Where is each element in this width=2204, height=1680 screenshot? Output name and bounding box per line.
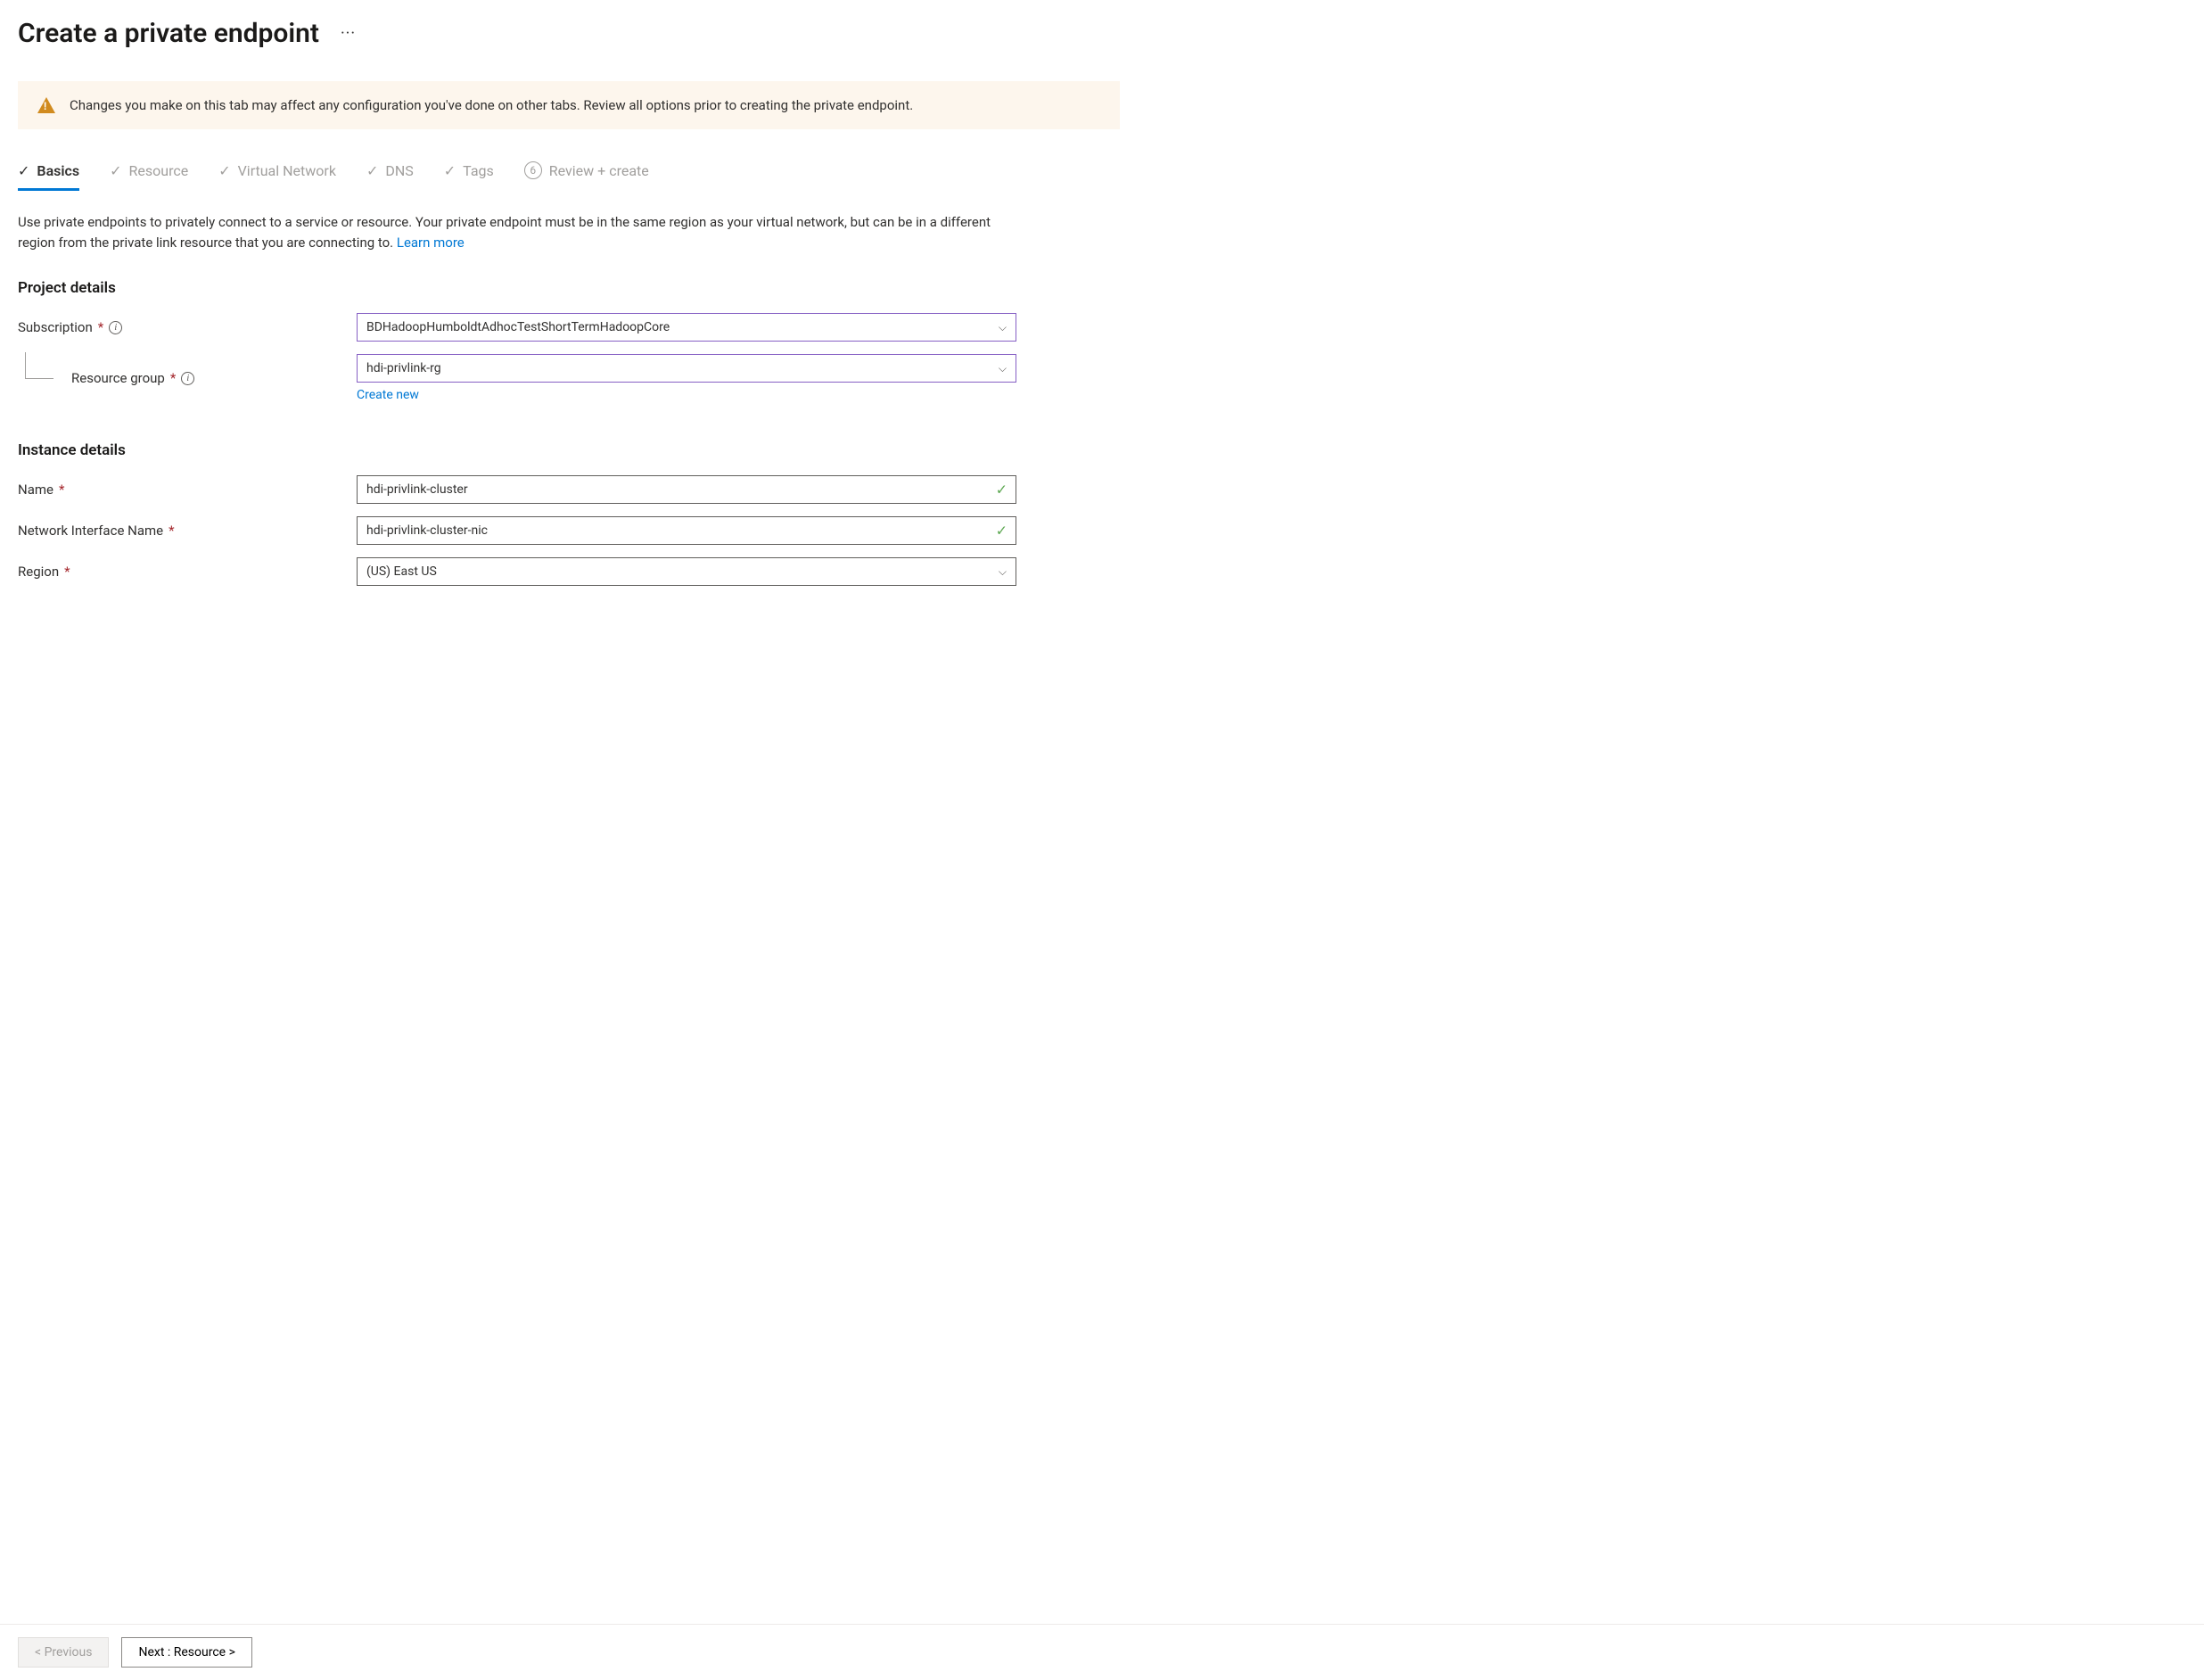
previous-button[interactable]: < Previous [18,1637,109,1668]
required-indicator: * [59,482,64,498]
warning-text: Changes you make on this tab may affect … [70,97,913,113]
nic-name-label: Network Interface Name * [18,523,357,539]
tab-review-create[interactable]: 6 Review + create [524,161,649,191]
tab-label: Review + create [549,162,649,179]
warning-banner: Changes you make on this tab may affect … [18,81,1120,129]
description-text: Use private endpoints to privately conne… [18,214,991,251]
tab-description: Use private endpoints to privately conne… [18,212,999,252]
learn-more-link[interactable]: Learn more [397,235,465,251]
check-icon: ✓ [110,162,121,179]
page-title: Create a private endpoint [18,18,319,49]
info-icon[interactable]: i [109,321,122,334]
chevron-down-icon: ⌵ [999,362,1007,375]
resource-group-row: Resource group * i hdi-privlink-rg ⌵ Cre… [18,354,1120,402]
label-text: Resource group [71,370,165,386]
project-details-heading: Project details [18,279,1120,297]
tree-line [25,352,53,379]
valid-check-icon: ✓ [996,482,1007,498]
create-new-link[interactable]: Create new [357,388,419,402]
check-icon: ✓ [444,162,456,179]
valid-check-icon: ✓ [996,523,1007,539]
nic-name-input[interactable] [357,516,1016,545]
check-icon: ✓ [366,162,378,179]
name-row: Name * ✓ [18,475,1120,504]
warning-icon [37,97,55,113]
check-icon: ✓ [18,162,29,179]
page-header: Create a private endpoint ··· [18,18,1120,49]
subscription-label: Subscription * i [18,319,357,335]
required-indicator: * [98,319,103,335]
region-dropdown[interactable]: (US) East US ⌵ [357,557,1016,586]
chevron-down-icon: ⌵ [999,321,1007,334]
instance-details-heading: Instance details [18,441,1120,459]
tab-label: Resource [129,162,189,179]
label-text: Network Interface Name [18,523,163,539]
required-indicator: * [170,370,176,386]
required-indicator: * [64,564,70,580]
name-label: Name * [18,482,357,498]
dropdown-value: BDHadoopHumboldtAdhocTestShortTermHadoop… [366,320,670,334]
wizard-footer: < Previous Next : Resource > [0,1624,2204,1680]
check-icon: ✓ [218,162,230,179]
subscription-row: Subscription * i BDHadoopHumboldtAdhocTe… [18,313,1120,342]
resource-group-dropdown[interactable]: hdi-privlink-rg ⌵ [357,354,1016,383]
resource-group-label: Resource group * i [18,370,357,386]
step-number-icon: 6 [524,161,542,179]
more-icon[interactable]: ··· [341,24,356,43]
label-text: Name [18,482,53,498]
subscription-dropdown[interactable]: BDHadoopHumboldtAdhocTestShortTermHadoop… [357,313,1016,342]
required-indicator: * [169,523,174,539]
region-row: Region * (US) East US ⌵ [18,557,1120,586]
tab-label: Virtual Network [238,162,336,179]
dropdown-value: hdi-privlink-rg [366,361,441,375]
label-text: Region [18,564,59,580]
next-button[interactable]: Next : Resource > [121,1637,251,1668]
tab-virtual-network[interactable]: ✓ Virtual Network [218,161,336,191]
tab-label: DNS [385,162,413,179]
tab-tags[interactable]: ✓ Tags [444,161,494,191]
info-icon[interactable]: i [181,372,194,385]
wizard-tabs: ✓ Basics ✓ Resource ✓ Virtual Network ✓ … [18,161,1120,191]
dropdown-value: (US) East US [366,564,437,579]
nic-name-row: Network Interface Name * ✓ [18,516,1120,545]
label-text: Subscription [18,319,93,335]
chevron-down-icon: ⌵ [999,565,1007,579]
name-input[interactable] [357,475,1016,504]
region-label: Region * [18,564,357,580]
tab-dns[interactable]: ✓ DNS [366,161,414,191]
tab-label: Basics [37,162,79,179]
tab-basics[interactable]: ✓ Basics [18,161,79,191]
tab-resource[interactable]: ✓ Resource [110,161,188,191]
tab-label: Tags [463,162,494,179]
